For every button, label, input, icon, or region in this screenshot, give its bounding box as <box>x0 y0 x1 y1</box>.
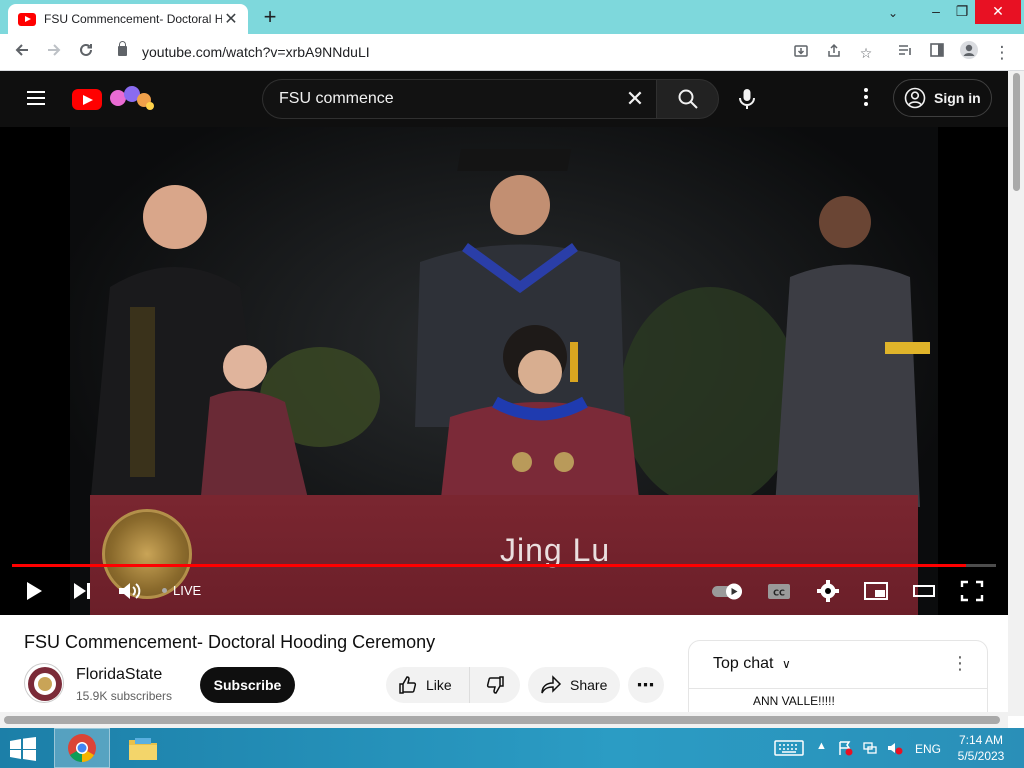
forward-icon[interactable] <box>41 40 67 66</box>
side-panel-icon[interactable] <box>924 40 950 66</box>
more-horiz-icon: ⋯ <box>636 674 656 695</box>
horizontal-scrollbar[interactable] <box>0 712 1008 728</box>
browser-tab-bar: FSU Commencement- Doctoral H ✕ + ⌄ – ❐ ✕ <box>0 0 1024 34</box>
close-icon[interactable]: ✕ <box>222 9 240 29</box>
browser-toolbar: youtube.com/watch?v=xrbA9NNduLI ☆ ⋮ <box>0 34 1024 71</box>
search-button[interactable] <box>656 79 719 119</box>
volume-icon[interactable] <box>116 577 142 605</box>
reading-list-icon[interactable] <box>892 40 918 66</box>
chat-mode-dropdown[interactable]: Top chat ∨ <box>713 655 791 673</box>
more-actions-button[interactable]: ⋯ <box>628 667 664 703</box>
live-chat: Top chat ∨ ⋮ ANN VALLE!!!!! <box>688 640 988 716</box>
share-button[interactable]: Share <box>528 667 620 703</box>
dislike-button[interactable] <box>470 667 520 703</box>
share-icon[interactable] <box>824 43 844 63</box>
taskbar: ▲ ENG 7:14 AM 5/5/2023 <box>0 728 1024 768</box>
like-label: Like <box>426 677 452 693</box>
chat-message: ANN VALLE!!!!! <box>753 694 835 708</box>
next-icon[interactable] <box>70 577 94 605</box>
theater-icon[interactable] <box>910 577 938 605</box>
menu-dots-icon[interactable]: ⋮ <box>989 40 1015 66</box>
keyboard-icon[interactable] <box>774 740 804 761</box>
progress-fill <box>12 564 967 567</box>
network-icon[interactable] <box>862 740 878 759</box>
chat-title: Top chat <box>713 655 774 672</box>
browser-tab[interactable]: FSU Commencement- Doctoral H ✕ <box>8 4 248 34</box>
search-icon <box>678 89 698 109</box>
avatar[interactable] <box>24 663 64 703</box>
thumbs-up-icon <box>399 676 417 694</box>
star-icon[interactable]: ☆ <box>856 43 876 63</box>
chevron-down-icon: ∨ <box>781 657 791 671</box>
video-player[interactable]: Jing Lu LIVE CC <box>0 127 1008 615</box>
lock-icon[interactable] <box>118 41 127 56</box>
plus-icon[interactable]: + <box>258 4 282 30</box>
sign-in-label: Sign in <box>934 90 981 106</box>
language-indicator[interactable]: ENG <box>915 742 941 756</box>
video-details: FSU Commencement- Doctoral Hooding Cerem… <box>0 615 1008 716</box>
video-frame[interactable]: Jing Lu <box>70 127 938 615</box>
youtube-header: FSU commence ✕ Sign in <box>0 71 1008 127</box>
subscribe-button[interactable]: Subscribe <box>200 667 295 703</box>
captions-icon[interactable]: CC <box>766 577 792 605</box>
clock-time: 7:14 AM <box>958 733 1004 747</box>
hamburger-icon[interactable] <box>27 91 45 105</box>
scroll-thumb[interactable] <box>4 716 1000 724</box>
user-circle-icon <box>904 87 926 109</box>
svg-text:CC: CC <box>773 589 785 598</box>
vertical-scrollbar[interactable] <box>1008 71 1024 716</box>
miniplayer-icon[interactable] <box>862 577 890 605</box>
like-dislike-group: Like <box>386 667 520 703</box>
youtube-doodle-icon[interactable] <box>108 84 158 112</box>
sign-in-button[interactable]: Sign in <box>893 79 992 117</box>
live-label: LIVE <box>173 583 202 598</box>
search-input[interactable]: FSU commence ✕ <box>262 79 656 119</box>
clock[interactable]: 7:14 AM 5/5/2023 <box>954 732 1008 764</box>
back-icon[interactable] <box>9 40 35 66</box>
flag-icon[interactable] <box>837 740 853 759</box>
channel-name[interactable]: FloridaState <box>76 666 162 684</box>
install-icon[interactable] <box>791 43 811 63</box>
reload-icon[interactable] <box>73 40 99 66</box>
clock-date: 5/5/2023 <box>957 749 1005 763</box>
play-icon[interactable] <box>22 577 46 605</box>
chrome-icon[interactable] <box>54 728 110 768</box>
profile-icon[interactable] <box>956 40 982 66</box>
video-title: FSU Commencement- Doctoral Hooding Cerem… <box>24 632 436 652</box>
show-hidden-icons-icon[interactable]: ▲ <box>816 740 827 752</box>
search-query[interactable]: FSU commence <box>279 90 394 108</box>
close-icon[interactable]: ✕ <box>622 86 648 112</box>
youtube-logo[interactable] <box>72 89 102 110</box>
microphone-icon <box>739 89 755 109</box>
url-text[interactable]: youtube.com/watch?v=xrbA9NNduLI <box>142 44 370 60</box>
fullscreen-icon[interactable] <box>958 577 986 605</box>
subscriber-count: 15.9K subscribers <box>76 689 173 703</box>
window-close-button[interactable]: ✕ <box>975 0 1021 24</box>
thumbs-down-icon <box>486 676 504 694</box>
file-explorer-icon[interactable] <box>114 728 170 768</box>
chat-header: Top chat ∨ ⋮ <box>689 641 987 689</box>
tab-search-chevron-icon[interactable]: ⌄ <box>888 6 898 20</box>
live-indicator[interactable]: LIVE <box>162 583 201 598</box>
chat-menu-icon[interactable]: ⋮ <box>951 653 969 674</box>
like-button[interactable]: Like <box>386 667 470 703</box>
settings-icon[interactable] <box>815 577 841 605</box>
autoplay-toggle-icon[interactable] <box>710 577 746 605</box>
progress-bar[interactable] <box>12 564 996 567</box>
share-arrow-icon <box>541 675 562 694</box>
address-bar[interactable]: youtube.com/watch?v=xrbA9NNduLI ☆ <box>108 38 888 67</box>
youtube-favicon <box>18 12 36 26</box>
settings-menu-icon[interactable] <box>856 88 876 110</box>
scroll-thumb[interactable] <box>1013 73 1020 191</box>
share-label: Share <box>570 677 608 693</box>
voice-search-button[interactable] <box>727 79 767 119</box>
tab-title: FSU Commencement- Doctoral H <box>44 12 222 26</box>
windows-start-icon[interactable] <box>8 737 38 761</box>
live-dot-icon <box>162 588 167 593</box>
volume-mute-icon[interactable] <box>886 740 904 759</box>
